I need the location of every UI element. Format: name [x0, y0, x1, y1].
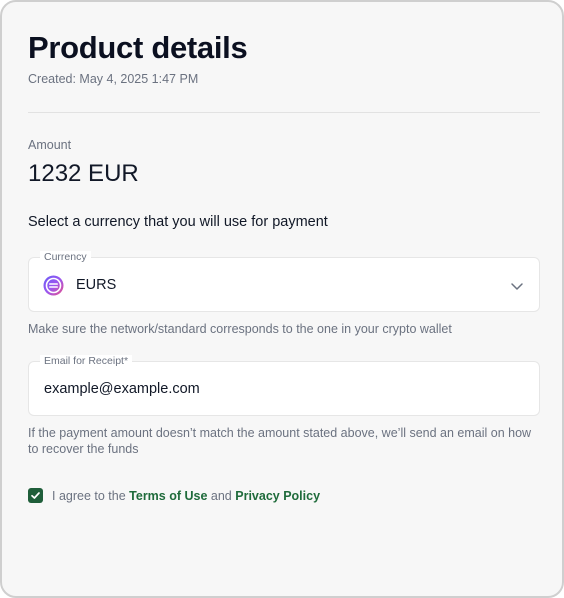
created-timestamp: Created: May 4, 2025 1:47 PM [28, 72, 199, 86]
email-field-container: Email for Receipt* [28, 355, 540, 416]
email-field-label: Email for Receipt* [40, 355, 133, 367]
currency-select[interactable]: Currency EURS [28, 251, 540, 312]
agreement-row: I agree to the Terms of Use and Privacy … [28, 488, 320, 503]
page-title: Product details [28, 30, 248, 65]
agreement-text: I agree to the Terms of Use and Privacy … [52, 489, 320, 503]
product-details-card: Product details Created: May 4, 2025 1:4… [0, 0, 564, 598]
email-input[interactable] [44, 381, 514, 397]
network-hint: Make sure the network/standard correspon… [28, 322, 452, 336]
currency-field-label: Currency [40, 251, 91, 263]
eurs-coin-icon [43, 275, 64, 296]
privacy-policy-link[interactable]: Privacy Policy [235, 489, 320, 503]
currency-heading: Select a currency that you will use for … [28, 214, 328, 230]
chevron-down-icon[interactable] [509, 278, 525, 294]
agreement-prefix: I agree to the [52, 488, 126, 503]
terms-of-use-link[interactable]: Terms of Use [129, 489, 207, 503]
amount-value: 1232 EUR [28, 160, 139, 187]
currency-selected-value: EURS [76, 277, 117, 293]
amount-label: Amount [28, 138, 72, 152]
header-divider [28, 112, 540, 113]
checkmark-icon [31, 492, 40, 499]
agreement-conjunction: and [210, 488, 232, 503]
agree-checkbox[interactable] [28, 488, 43, 503]
payment-mismatch-hint: If the payment amount doesn’t match the … [28, 426, 532, 456]
